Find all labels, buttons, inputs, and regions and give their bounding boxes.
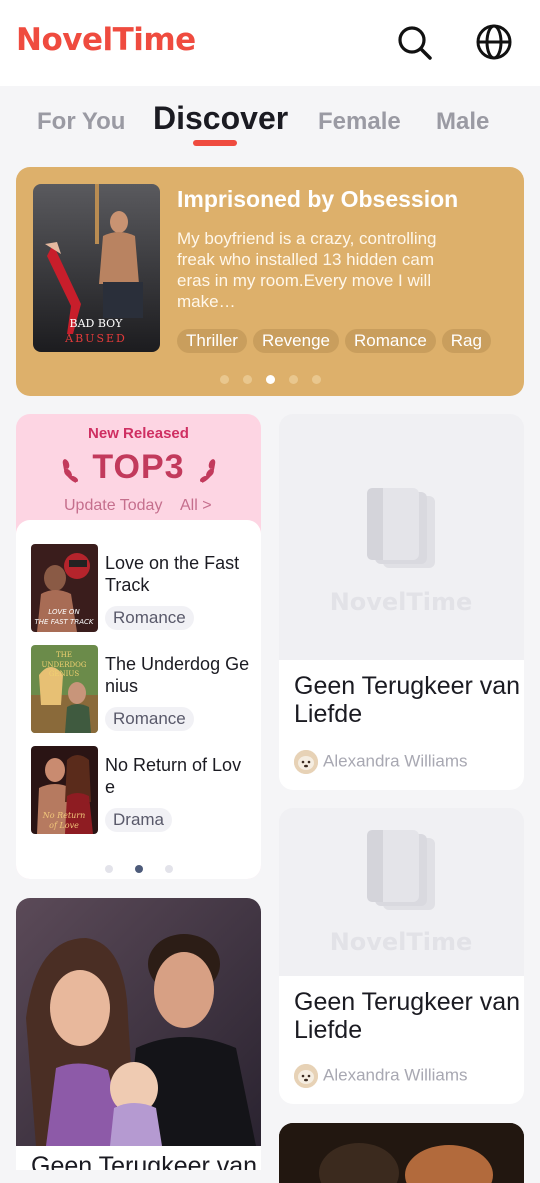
tag-chip[interactable]: Rag	[441, 329, 491, 353]
banner-cover-title: BAD BOY	[70, 317, 124, 330]
list-item[interactable]: THE UNDERDOG GENIUS The Underdog Genius …	[31, 645, 253, 733]
top3-header: New Released TOP3 Update Today All >	[16, 414, 261, 524]
book-title[interactable]: The Underdog Genius	[105, 653, 250, 697]
app-header: NovelTime	[0, 0, 540, 86]
book-title[interactable]: No Return of Love	[105, 754, 250, 798]
book-card[interactable]	[279, 1123, 524, 1183]
banner-title[interactable]: Imprisoned by Obsession	[177, 186, 458, 213]
tab-female[interactable]: Female	[318, 108, 401, 136]
svg-text:THE: THE	[56, 651, 72, 659]
book-cover[interactable]	[16, 898, 261, 1146]
book-placeholder-icon	[367, 488, 435, 568]
list-item[interactable]: LOVE ON THE FAST TRACK Love on the Fast …	[31, 544, 253, 632]
pagination-dot[interactable]	[219, 375, 229, 384]
svg-text:UNDERDOG: UNDERDOG	[42, 661, 87, 669]
banner-description: My boyfriend is a crazy, controlling fre…	[177, 229, 437, 311]
author-row: Alexandra Williams	[294, 750, 468, 774]
pagination-dot[interactable]	[104, 865, 113, 873]
tab-for-you[interactable]: For You	[37, 108, 125, 136]
book-card[interactable]: Geen Terugkeer van	[16, 898, 261, 1170]
featured-banner[interactable]: BAD BOY ABUSED Imprisoned by Obsession M…	[16, 167, 524, 396]
book-title[interactable]: Geen Terugkeer van Liefde	[294, 988, 524, 1044]
book-card[interactable]: NovelTime Geen Terugkeer van Liefde Alex…	[279, 414, 524, 790]
globe-icon[interactable]	[474, 22, 514, 62]
book-title[interactable]: Geen Terugkeer van	[31, 1152, 257, 1170]
avatar	[294, 750, 318, 774]
pagination-dot-active[interactable]	[134, 865, 143, 873]
cover-placeholder[interactable]: NovelTime	[279, 808, 524, 976]
tag-chip[interactable]: Revenge	[252, 329, 340, 353]
banner-pagination	[16, 371, 524, 389]
genre-tag[interactable]: Romance	[105, 606, 194, 630]
book-cover[interactable]: LOVE ON THE FAST TRACK	[31, 544, 98, 632]
book-placeholder-icon	[367, 830, 435, 910]
svg-text:LOVE ON: LOVE ON	[48, 608, 80, 616]
search-icon[interactable]	[394, 22, 434, 62]
top3-label: New Released	[88, 425, 189, 442]
pagination-dot-active[interactable]	[265, 375, 275, 384]
tag-chip[interactable]: Thriller	[177, 329, 247, 353]
pagination-dot[interactable]	[164, 865, 173, 873]
banner-tags: Thriller Revenge Romance Rag	[177, 329, 501, 355]
app-logo[interactable]: NovelTime	[16, 22, 196, 58]
placeholder-logo: NovelTime	[330, 928, 473, 956]
tab-male[interactable]: Male	[436, 108, 489, 136]
author-name[interactable]: Alexandra Williams	[323, 1065, 468, 1084]
banner-book-cover[interactable]: BAD BOY ABUSED	[33, 184, 160, 352]
top3-list: LOVE ON THE FAST TRACK Love on the Fast …	[16, 520, 261, 879]
top3-title: TOP3	[92, 448, 185, 486]
avatar	[294, 1064, 318, 1088]
svg-text:of Love: of Love	[49, 821, 79, 830]
pagination-dot[interactable]	[288, 375, 298, 384]
author-name[interactable]: Alexandra Williams	[323, 751, 468, 770]
placeholder-logo: NovelTime	[330, 588, 473, 616]
book-card[interactable]: NovelTime Geen Terugkeer van Liefde Alex…	[279, 808, 524, 1104]
active-tab-indicator	[193, 140, 237, 146]
pagination-dot[interactable]	[311, 375, 321, 384]
svg-text:THE FAST TRACK: THE FAST TRACK	[35, 618, 95, 626]
author-row: Alexandra Williams	[294, 1064, 468, 1088]
view-all-link[interactable]: All >	[180, 497, 212, 515]
svg-text:No Return: No Return	[42, 811, 85, 820]
update-today-label: Update Today	[64, 497, 163, 514]
book-cover[interactable]: No Return of Love	[31, 746, 98, 834]
book-cover[interactable]: THE UNDERDOG GENIUS	[31, 645, 98, 733]
tab-discover[interactable]: Discover	[153, 100, 288, 137]
book-title[interactable]: Love on the Fast Track	[105, 552, 250, 596]
category-tabs: For You Discover Female Male	[0, 86, 540, 152]
laurel-right-icon	[196, 454, 218, 491]
top3-panel: New Released TOP3 Update Today All > LOV…	[16, 414, 261, 879]
cover-placeholder[interactable]: NovelTime	[279, 414, 524, 660]
book-title[interactable]: Geen Terugkeer van Liefde	[294, 672, 524, 728]
top3-pagination	[16, 860, 261, 878]
tag-chip[interactable]: Romance	[345, 329, 436, 353]
book-cover	[279, 1123, 524, 1183]
genre-tag[interactable]: Romance	[105, 707, 194, 731]
list-item[interactable]: No Return of Love No Return of Love Dram…	[31, 746, 253, 834]
svg-text:GENIUS: GENIUS	[49, 670, 79, 678]
genre-tag[interactable]: Drama	[105, 808, 173, 832]
pagination-dot[interactable]	[242, 375, 252, 384]
banner-cover-subtitle: ABUSED	[64, 332, 127, 345]
